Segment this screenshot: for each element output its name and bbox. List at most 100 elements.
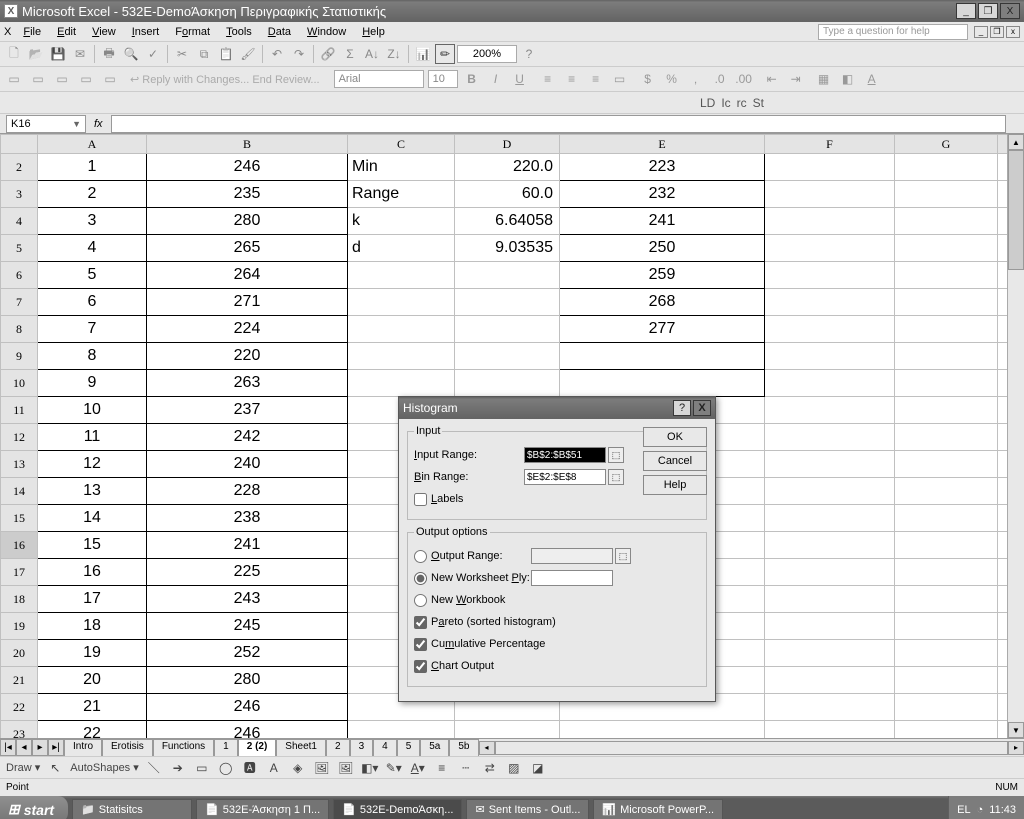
dialog-help-button[interactable]: ? bbox=[673, 400, 691, 416]
menu-format[interactable]: Format bbox=[167, 24, 218, 40]
paste-icon[interactable]: 📋 bbox=[216, 44, 236, 64]
cell[interactable]: 245 bbox=[147, 613, 348, 640]
system-tray[interactable]: EL ◔ 11:43 bbox=[948, 796, 1024, 819]
restore-button[interactable]: ❐ bbox=[978, 3, 998, 19]
open-icon[interactable]: 📂 bbox=[26, 44, 46, 64]
review-icon-3[interactable]: ▭ bbox=[52, 69, 72, 89]
review-icon-5[interactable]: ▭ bbox=[100, 69, 120, 89]
cell[interactable] bbox=[560, 343, 765, 370]
dec-dec-icon[interactable]: .00 bbox=[734, 69, 754, 89]
cell[interactable] bbox=[895, 154, 998, 181]
doc-close-button[interactable]: x bbox=[1006, 26, 1020, 38]
cell[interactable]: d bbox=[348, 235, 455, 262]
cell[interactable]: 250 bbox=[560, 235, 765, 262]
labels-checkbox[interactable] bbox=[414, 493, 427, 506]
sheet-tab[interactable]: Intro bbox=[64, 739, 102, 756]
bin-range-ref-icon[interactable]: ⬚ bbox=[608, 469, 624, 485]
row-header[interactable]: 17 bbox=[1, 559, 38, 586]
cell[interactable]: 241 bbox=[147, 532, 348, 559]
bold-icon[interactable]: B bbox=[462, 69, 482, 89]
cell[interactable]: 246 bbox=[147, 154, 348, 181]
col-header-G[interactable]: G bbox=[895, 135, 998, 154]
textbox-icon[interactable]: 🅰 bbox=[241, 759, 259, 777]
tab-nav-first-icon[interactable]: |◂ bbox=[0, 739, 16, 756]
cell[interactable] bbox=[895, 316, 998, 343]
sheet-tab[interactable]: Functions bbox=[153, 739, 214, 756]
task-item-statistics[interactable]: 📁 Statisitcs bbox=[72, 799, 192, 819]
cell[interactable] bbox=[765, 478, 895, 505]
vertical-scrollbar[interactable]: ▲ ▼ bbox=[1007, 134, 1024, 738]
font-color-icon[interactable]: A bbox=[862, 69, 882, 89]
cell[interactable]: 3 bbox=[38, 208, 147, 235]
cell[interactable]: 6.64058 bbox=[455, 208, 560, 235]
tray-net-icon[interactable]: ◔ bbox=[977, 804, 984, 816]
cell[interactable]: 8 bbox=[38, 343, 147, 370]
cell[interactable]: 60.0 bbox=[455, 181, 560, 208]
preview-icon[interactable]: 🔍 bbox=[121, 44, 141, 64]
cell[interactable]: 7 bbox=[38, 316, 147, 343]
task-item-outlook[interactable]: ✉ Sent Items - Outl... bbox=[466, 799, 589, 819]
menu-file[interactable]: File bbox=[15, 24, 49, 40]
close-button[interactable]: X bbox=[1000, 3, 1020, 19]
tab-nav-next-icon[interactable]: ▸ bbox=[32, 739, 48, 756]
task-item-532e-demo[interactable]: 📄 532E-DemoΆσκη... bbox=[333, 799, 462, 819]
row-header[interactable]: 12 bbox=[1, 424, 38, 451]
fx-icon[interactable]: fx bbox=[86, 118, 111, 130]
cell[interactable] bbox=[895, 586, 998, 613]
cell[interactable]: 271 bbox=[147, 289, 348, 316]
align-left-icon[interactable]: ≡ bbox=[538, 69, 558, 89]
save-icon[interactable]: 💾 bbox=[48, 44, 68, 64]
cell[interactable] bbox=[765, 343, 895, 370]
cell[interactable]: 11 bbox=[38, 424, 147, 451]
cell[interactable]: 12 bbox=[38, 451, 147, 478]
align-right-icon[interactable]: ≡ bbox=[586, 69, 606, 89]
cell[interactable]: 220 bbox=[147, 343, 348, 370]
cell[interactable]: 280 bbox=[147, 208, 348, 235]
picture-icon[interactable]: 🖼 bbox=[337, 759, 355, 777]
cell[interactable] bbox=[895, 559, 998, 586]
cell[interactable]: 243 bbox=[147, 586, 348, 613]
cell[interactable]: 280 bbox=[147, 667, 348, 694]
cell[interactable]: 235 bbox=[147, 181, 348, 208]
cell[interactable] bbox=[348, 370, 455, 397]
font-color-draw-icon[interactable]: A▾ bbox=[409, 759, 427, 777]
row-header[interactable]: 10 bbox=[1, 370, 38, 397]
clipart-icon[interactable]: 🖼 bbox=[313, 759, 331, 777]
euro-tool-3[interactable]: rc bbox=[737, 96, 747, 110]
sort-desc-icon[interactable]: Z↓ bbox=[384, 44, 404, 64]
cell[interactable] bbox=[455, 316, 560, 343]
euro-tool-2[interactable]: Ic bbox=[721, 96, 730, 110]
scroll-down-icon[interactable]: ▼ bbox=[1008, 722, 1024, 738]
sheet-tab[interactable]: 4 bbox=[373, 739, 397, 756]
worksheet-grid[interactable]: A B C D E F G 21246Min220.022332235Range… bbox=[0, 134, 1024, 738]
drawing-toggle-icon[interactable]: ✏ bbox=[435, 44, 455, 64]
cell[interactable] bbox=[765, 694, 895, 721]
row-header[interactable]: 20 bbox=[1, 640, 38, 667]
menu-view[interactable]: View bbox=[84, 24, 124, 40]
cell[interactable] bbox=[560, 721, 765, 739]
cell[interactable] bbox=[895, 397, 998, 424]
cell[interactable] bbox=[895, 208, 998, 235]
spell-icon[interactable]: ✓ bbox=[143, 44, 163, 64]
cell[interactable]: 13 bbox=[38, 478, 147, 505]
row-header[interactable]: 5 bbox=[1, 235, 38, 262]
row-header[interactable]: 9 bbox=[1, 343, 38, 370]
cell[interactable] bbox=[765, 154, 895, 181]
new-ply-radio[interactable] bbox=[414, 572, 427, 585]
cell[interactable]: 14 bbox=[38, 505, 147, 532]
cell[interactable] bbox=[348, 721, 455, 739]
hscroll-right-icon[interactable]: ▸ bbox=[1008, 741, 1024, 755]
cell[interactable] bbox=[348, 316, 455, 343]
underline-icon[interactable]: U bbox=[510, 69, 530, 89]
name-box[interactable]: K16▼ bbox=[6, 115, 86, 133]
sheet-tab[interactable]: 5 bbox=[397, 739, 421, 756]
cell[interactable] bbox=[765, 316, 895, 343]
cell[interactable]: 21 bbox=[38, 694, 147, 721]
rectangle-icon[interactable]: ▭ bbox=[193, 759, 211, 777]
line-icon[interactable]: ＼ bbox=[145, 759, 163, 777]
cell[interactable]: 15 bbox=[38, 532, 147, 559]
cell[interactable]: 237 bbox=[147, 397, 348, 424]
cell[interactable] bbox=[765, 667, 895, 694]
menu-edit[interactable]: Edit bbox=[49, 24, 84, 40]
cell[interactable] bbox=[895, 343, 998, 370]
